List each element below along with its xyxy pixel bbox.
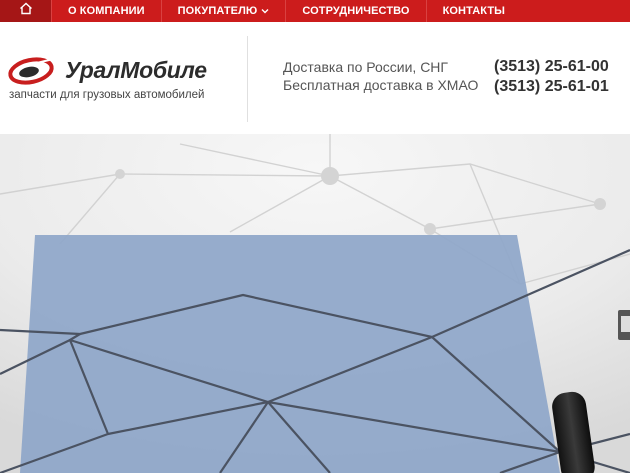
tagline: запчасти для грузовых автомобилей (9, 89, 205, 101)
brand-name: УралМобиле (65, 57, 207, 83)
nav-item-customers[interactable]: ПОКУПАТЕЛЮ (160, 0, 286, 22)
nav-item-label: КОНТАКТЫ (442, 5, 506, 17)
nav-home-button[interactable] (0, 0, 51, 22)
delivery-line: Бесплатная доставка в ХМАО (283, 77, 479, 93)
nav-item-contacts[interactable]: КОНТАКТЫ (425, 0, 521, 22)
nav-item-label: О КОМПАНИИ (68, 5, 145, 17)
chevron-down-icon (261, 5, 269, 17)
site-header: УралМобиле запчасти для грузовых автомоб… (0, 22, 630, 134)
hero-network-illustration (0, 134, 630, 473)
phone-numbers: (3513) 25-61-00 (3513) 25-61-01 (494, 57, 609, 97)
nav-item-cooperation[interactable]: СОТРУДНИЧЕСТВО (285, 0, 425, 22)
phone-link[interactable]: (3513) 25-61-00 (494, 57, 609, 77)
top-navigation: О КОМПАНИИ ПОКУПАТЕЛЮ СОТРУДНИЧЕСТВО КОН… (0, 0, 630, 22)
nav-item-label: ПОКУПАТЕЛЮ (177, 5, 258, 17)
hero-banner (0, 134, 630, 473)
nav-item-about[interactable]: О КОМПАНИИ (51, 0, 161, 22)
delivery-line: Доставка по России, СНГ (283, 59, 448, 75)
logo-mark-icon (8, 57, 54, 85)
phone-link[interactable]: (3513) 25-61-01 (494, 77, 609, 97)
delivery-info: Доставка по России, СНГ Бесплатная доста… (283, 58, 478, 94)
nav-item-label: СОТРУДНИЧЕСТВО (302, 5, 410, 17)
home-icon (19, 2, 33, 20)
header-divider (247, 36, 248, 122)
